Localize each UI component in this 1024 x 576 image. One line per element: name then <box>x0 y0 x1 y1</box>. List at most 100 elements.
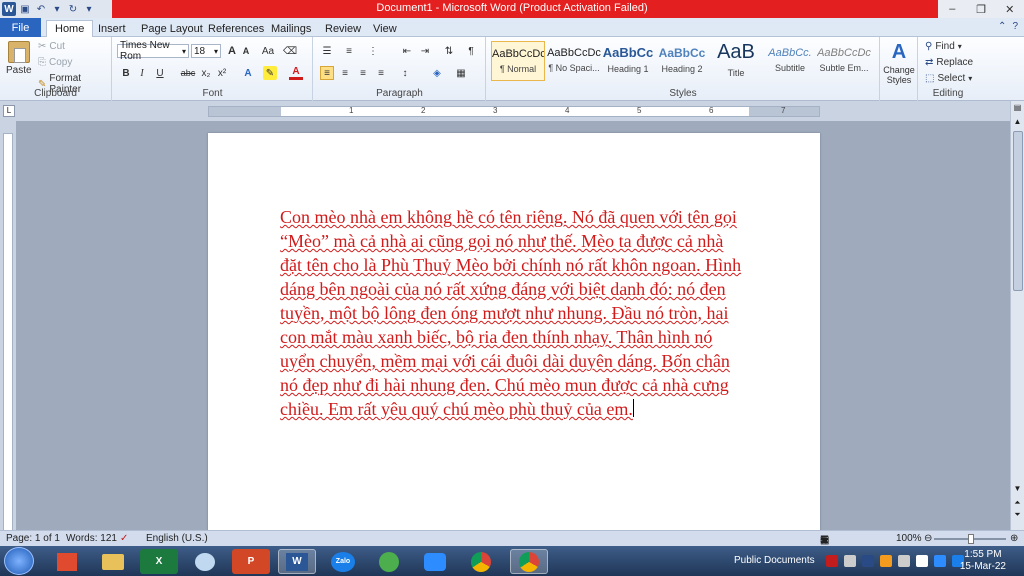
minimize-ribbon-icon[interactable]: ⌃ <box>998 21 1006 32</box>
grow-font-button[interactable]: A <box>225 44 239 58</box>
shading-icon[interactable]: ◈ <box>430 66 444 80</box>
draft-icon[interactable]: ≡ <box>820 535 826 546</box>
show-formatting-icon[interactable]: ¶ <box>464 44 478 58</box>
taskbar-paint[interactable] <box>186 549 224 574</box>
change-case-button[interactable]: Aa <box>259 44 277 58</box>
view-ruler-icon[interactable]: ▤ <box>1012 103 1023 115</box>
text-effects-icon[interactable]: A <box>241 66 255 80</box>
word-count[interactable]: Words: 121 <box>66 533 117 544</box>
vertical-ruler[interactable] <box>3 133 13 533</box>
bullets-icon[interactable]: ☰ <box>320 44 334 58</box>
align-right-icon[interactable]: ≡ <box>356 66 370 80</box>
numbering-icon[interactable]: ≡ <box>342 44 356 58</box>
clock[interactable]: 1:55 PM 15-Mar-22 <box>960 549 1006 573</box>
taskbar-zoom[interactable] <box>416 549 454 574</box>
restore-button[interactable]: ❐ <box>967 0 996 18</box>
tray-app-icon[interactable] <box>916 555 928 567</box>
zoom-slider-thumb[interactable] <box>968 534 974 544</box>
scroll-thumb[interactable] <box>1013 131 1023 291</box>
borders-icon[interactable]: ▦ <box>454 66 468 80</box>
strikethrough-button[interactable]: abc <box>179 66 197 80</box>
tray-app-icon[interactable] <box>862 555 874 567</box>
underline-button[interactable]: U <box>153 66 167 80</box>
bold-button[interactable]: B <box>119 66 133 80</box>
multilevel-list-icon[interactable]: ⋮ <box>366 44 380 58</box>
taskbar-excel[interactable]: X <box>140 549 178 574</box>
tray-label[interactable]: Public Documents <box>734 555 815 566</box>
tab-selector-icon[interactable]: L <box>3 105 15 117</box>
change-styles-button[interactable]: A Change Styles <box>882 41 916 85</box>
taskbar-app-manager[interactable] <box>48 549 86 574</box>
zoom-level[interactable]: 100% <box>896 533 922 544</box>
taskbar-chrome[interactable] <box>462 549 500 574</box>
style-heading-1[interactable]: AaBbCc Heading 1 <box>601 41 655 81</box>
previous-page-icon[interactable]: ⏶ <box>1012 498 1023 510</box>
replace-icon: ⇄ <box>925 57 934 68</box>
align-center-icon[interactable]: ≡ <box>338 66 352 80</box>
sort-icon[interactable]: ⇅ <box>442 44 456 58</box>
zoom-in-icon[interactable]: ⊕ <box>1010 533 1018 544</box>
taskbar-zalo[interactable]: Zalo <box>324 549 362 574</box>
cut-button[interactable]: ✂ Cut <box>38 41 65 52</box>
tray-app-icon[interactable] <box>826 555 838 567</box>
body-paragraph[interactable]: Con mèo nhà em không hề có tên riêng. Nó… <box>280 207 741 419</box>
font-name-box[interactable]: Times New Rom ▾ <box>117 40 189 62</box>
page[interactable]: Con mèo nhà em không hề có tên riêng. Nó… <box>208 133 820 530</box>
font-size-box[interactable]: 18 ▾ <box>191 44 221 58</box>
tab-insert[interactable]: Insert <box>98 20 126 37</box>
style-title[interactable]: AaB Title <box>709 41 763 81</box>
taskbar-explorer[interactable] <box>94 549 132 574</box>
taskbar-powerpoint[interactable]: P <box>232 549 270 574</box>
italic-button[interactable]: I <box>135 66 149 80</box>
clear-formatting-icon[interactable]: ⌫ <box>283 44 297 58</box>
select-button[interactable]: ⬚ Select ▾ <box>925 73 972 84</box>
page-count[interactable]: Page: 1 of 1 <box>6 533 60 544</box>
vertical-scrollbar[interactable]: ▤ ▲ ▼ ⏶ ⏷ <box>1010 101 1024 530</box>
align-left-icon[interactable]: ≡ <box>320 66 334 80</box>
paste-button[interactable]: Paste <box>6 41 32 76</box>
find-button[interactable]: ⚲ Find ▾ <box>925 41 962 52</box>
tray-app-icon[interactable] <box>880 555 892 567</box>
tab-mailings[interactable]: Mailings <box>271 20 311 37</box>
zoom-out-icon[interactable]: ⊖ <box>924 533 932 544</box>
style-normal[interactable]: AaBbCcDc ¶ Normal <box>491 41 545 81</box>
document-body[interactable]: Con mèo nhà em không hề có tên riêng. Nó… <box>280 205 746 421</box>
subscript-button[interactable]: x₂ <box>199 66 213 80</box>
network-icon[interactable] <box>898 555 910 567</box>
scroll-up-icon[interactable]: ▲ <box>1012 117 1023 129</box>
replace-button[interactable]: ⇄ Replace <box>925 57 973 68</box>
horizontal-ruler[interactable]: 1 2 3 4 5 6 7 <box>208 106 820 117</box>
copy-button[interactable]: ⎘ Copy <box>38 57 72 68</box>
decrease-indent-icon[interactable]: ⇤ <box>400 44 414 58</box>
minimize-button[interactable]: – <box>938 0 967 18</box>
volume-icon[interactable] <box>844 555 856 567</box>
language[interactable]: English (U.S.) <box>146 533 208 544</box>
close-button[interactable]: ✕ <box>995 0 1024 18</box>
highlight-icon[interactable]: ✎ <box>263 66 277 80</box>
tab-file[interactable]: File <box>0 18 41 37</box>
tab-view[interactable]: View <box>373 20 397 37</box>
style-heading-2[interactable]: AaBbCc Heading 2 <box>655 41 709 81</box>
scroll-down-icon[interactable]: ▼ <box>1012 484 1023 496</box>
taskbar-chrome-2[interactable] <box>510 549 548 574</box>
line-spacing-icon[interactable]: ↕ <box>398 66 412 80</box>
help-icon[interactable]: ? <box>1012 21 1018 32</box>
tray-app-icon[interactable] <box>934 555 946 567</box>
style-subtitle[interactable]: AaBbCc. Subtitle <box>763 41 817 81</box>
tab-home[interactable]: Home <box>46 20 94 37</box>
tab-page-layout[interactable]: Page Layout <box>141 20 203 37</box>
tab-references[interactable]: References <box>208 20 264 37</box>
tab-review[interactable]: Review <box>325 20 361 37</box>
justify-icon[interactable]: ≡ <box>374 66 388 80</box>
proofing-icon[interactable]: ✓ <box>120 533 128 544</box>
font-color-icon[interactable]: A <box>289 66 303 80</box>
start-button[interactable] <box>4 547 34 575</box>
style-no-spacing[interactable]: AaBbCcDc ¶ No Spaci... <box>547 41 601 81</box>
superscript-button[interactable]: x² <box>215 66 229 80</box>
style-subtle-emphasis[interactable]: AaBbCcDc Subtle Em... <box>817 41 871 81</box>
taskbar-app-green[interactable] <box>370 549 408 574</box>
taskbar-word[interactable]: W <box>278 549 316 574</box>
shrink-font-button[interactable]: A <box>239 44 253 58</box>
next-page-icon[interactable]: ⏷ <box>1012 510 1023 522</box>
increase-indent-icon[interactable]: ⇥ <box>418 44 432 58</box>
